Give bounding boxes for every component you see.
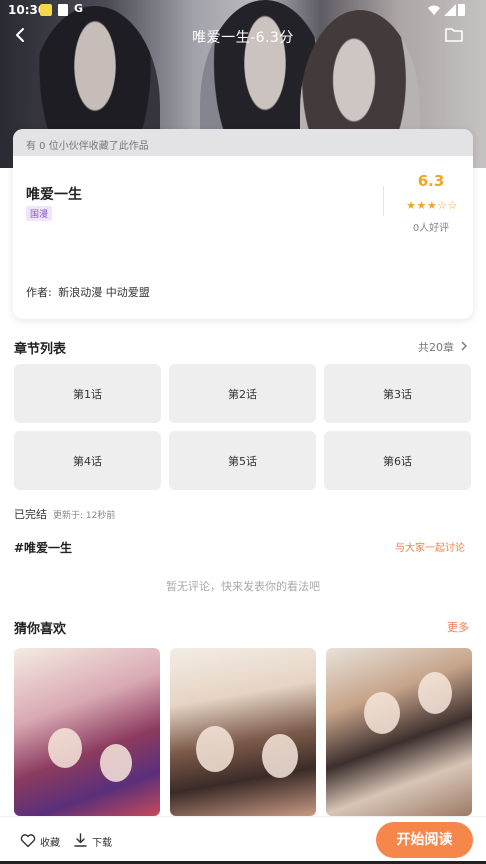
chapter-item[interactable]: 第3话 — [324, 364, 471, 423]
collect-note: 有 0 位小伙伴收藏了此作品 — [13, 129, 473, 156]
comic-name: 唯爱一生 — [26, 187, 82, 203]
chevron-right-icon[interactable] — [459, 340, 469, 352]
discussion-hashtag: #唯爱一生 — [14, 541, 73, 555]
chapter-item[interactable]: 第6话 — [324, 431, 471, 490]
update-time: 更新于: 12秒前 — [53, 511, 116, 521]
chapter-item[interactable]: 第2话 — [169, 364, 316, 423]
page-title: 唯爱一生-6.3分 — [192, 30, 294, 46]
chapter-item[interactable]: 第5话 — [169, 431, 316, 490]
completion-status: 已完结 更新于: 12秒前 — [14, 506, 115, 522]
rating-score: 6.3 — [417, 172, 445, 190]
chapter-total[interactable]: 共20章 — [418, 339, 454, 355]
bottom-bar: 收藏 下载 开始阅读 — [0, 816, 486, 864]
start-reading-button[interactable]: 开始阅读 — [376, 822, 473, 858]
top-bar: 唯爱一生-6.3分 — [0, 22, 486, 50]
finish-state: 已完结 — [14, 508, 47, 521]
chapter-list-title: 章节列表 — [14, 342, 67, 357]
download-icon[interactable] — [73, 832, 88, 848]
chapter-item[interactable]: 第1话 — [14, 364, 161, 423]
info-card: 有 0 位小伙伴收藏了此作品 唯爱一生 国漫 6.3 ★★★☆☆ 0人好评 作者… — [13, 129, 473, 319]
sd-card-icon — [58, 4, 68, 16]
notification-icon — [40, 4, 52, 16]
rating-stars: ★★★☆☆ — [406, 199, 458, 212]
battery-icon — [458, 4, 465, 16]
chapter-item[interactable]: 第4话 — [14, 431, 161, 490]
likes-count: 0人好评 — [412, 223, 450, 234]
heart-icon[interactable] — [20, 833, 36, 848]
recommend-title: 猜你喜欢 — [14, 622, 67, 637]
more-link[interactable]: 更多 — [447, 619, 469, 635]
download-button[interactable]: 下载 — [92, 834, 112, 849]
recommend-cover[interactable] — [14, 648, 160, 816]
divider — [383, 186, 384, 216]
favorite-button[interactable]: 收藏 — [40, 834, 60, 849]
wifi-icon — [428, 5, 440, 15]
discuss-link[interactable]: 与大家一起讨论 — [395, 539, 465, 554]
recommend-cover[interactable] — [326, 648, 472, 816]
recommend-cover[interactable] — [170, 648, 316, 816]
author-line: 作者: 新浪动漫 中动爱盟 — [26, 284, 150, 300]
google-icon: G — [74, 2, 84, 15]
signal-icon — [444, 4, 456, 16]
empty-comments: 暂无评论，快来发表你的看法吧 — [166, 580, 320, 593]
folder-icon[interactable] — [444, 26, 464, 44]
genre-tag[interactable]: 国漫 — [26, 206, 53, 221]
status-bar: 10:30 G — [0, 0, 486, 22]
author-value[interactable]: 新浪动漫 中动爱盟 — [58, 286, 150, 299]
author-label: 作者: — [26, 286, 52, 299]
